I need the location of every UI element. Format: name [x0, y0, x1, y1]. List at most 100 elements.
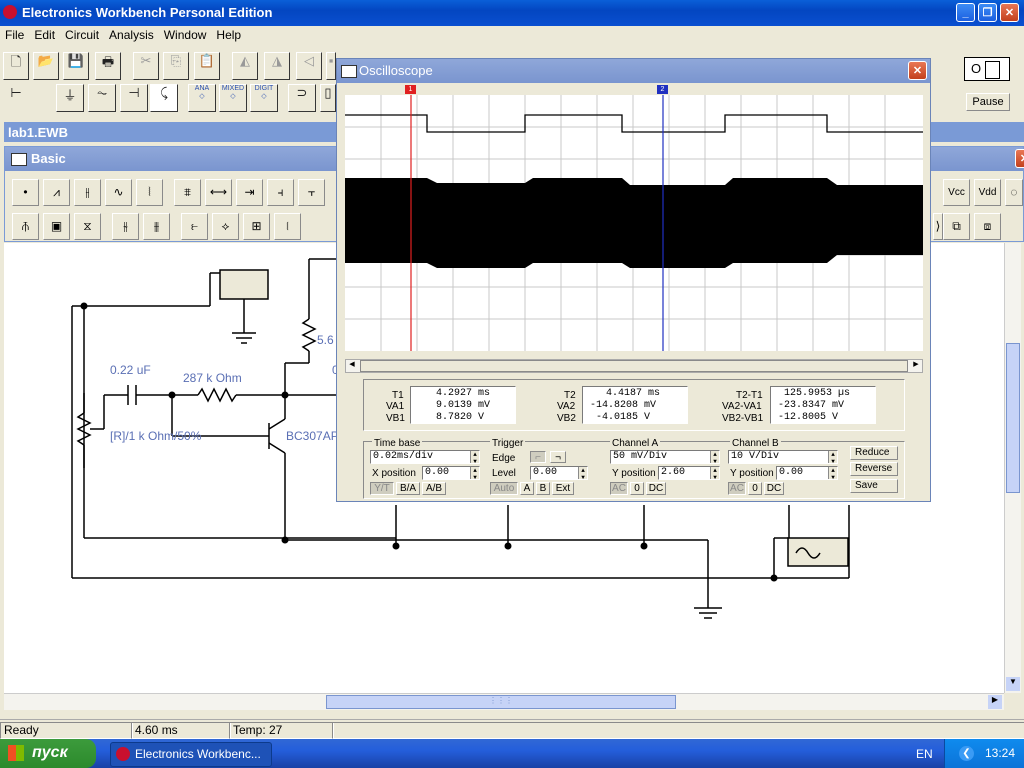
menu-circuit[interactable]: Circuit: [60, 26, 104, 44]
channel-b-ac-button[interactable]: AC: [728, 482, 746, 495]
more-bin-icon[interactable]: ▯: [320, 84, 336, 112]
capacitor-icon[interactable]: ⫲: [74, 179, 101, 206]
channel-a-dc-button[interactable]: DC: [646, 482, 666, 495]
pullup-resistor-icon[interactable]: ⫚: [12, 213, 39, 240]
analog-ics-bin-icon[interactable]: ANA ◇: [188, 84, 216, 112]
ac-source-icon[interactable]: ⧉: [943, 213, 970, 240]
timebase-spinner[interactable]: ▲ ▼: [470, 451, 479, 465]
channel-b-ypos-field[interactable]: 0.00 ▲ ▼: [776, 466, 838, 481]
minimize-button[interactable]: _: [956, 3, 975, 22]
ab-mode-button[interactable]: A/B: [422, 482, 446, 495]
timed-switch-icon[interactable]: ⇥: [236, 179, 263, 206]
variable-capacitor-icon[interactable]: ⫵: [143, 213, 170, 240]
variable-inductor-icon[interactable]: ⥼: [181, 213, 208, 240]
vertical-scrollbar[interactable]: ▼: [1004, 243, 1021, 693]
sources-bin-icon[interactable]: ⏚: [56, 84, 84, 112]
trigger-b-button[interactable]: B: [536, 482, 550, 495]
dc-source-icon[interactable]: ⟩: [933, 213, 943, 240]
scope-scroll-thumb[interactable]: [360, 360, 908, 372]
cursor-1-handle[interactable]: 1: [405, 85, 416, 94]
vdd-source-icon[interactable]: Vdd: [974, 179, 1001, 206]
cursor-2-handle[interactable]: 2: [657, 85, 668, 94]
tray-arrow-icon[interactable]: ❮: [959, 746, 974, 761]
print-icon[interactable]: 🖶: [95, 52, 121, 80]
yt-mode-button[interactable]: Y/T: [370, 482, 394, 495]
connector-icon[interactable]: •: [12, 179, 39, 206]
resistor-icon[interactable]: ⩘: [43, 179, 70, 206]
channel-b-dc-button[interactable]: DC: [764, 482, 784, 495]
xpos-field[interactable]: 0.00 ▲ ▼: [422, 466, 480, 481]
pause-button[interactable]: Pause: [966, 93, 1010, 111]
channel-b-scale-select[interactable]: 10 V/Div ▲ ▼: [728, 450, 838, 465]
inductor-icon[interactable]: ∿: [105, 179, 132, 206]
resistor-pack-icon[interactable]: ⧖: [74, 213, 101, 240]
channel-a-scale-select[interactable]: 50 mV/Div ▲ ▼: [610, 450, 720, 465]
channel-a-ypos-field[interactable]: 2.60 ▲ ▼: [658, 466, 720, 481]
channel-b-scale-spinner[interactable]: ▲ ▼: [828, 451, 837, 465]
rotate-icon[interactable]: ◭: [232, 52, 258, 80]
channel-a-ac-button[interactable]: AC: [610, 482, 628, 495]
maximize-button[interactable]: ❐: [978, 3, 997, 22]
xpos-spinner[interactable]: ▲ ▼: [470, 467, 479, 481]
digital-ics-bin-icon[interactable]: DIGIT ◇: [250, 84, 278, 112]
channel-b-zero-button[interactable]: 0: [748, 482, 762, 495]
timebase-select[interactable]: 0.02ms/div ▲ ▼: [370, 450, 480, 465]
reverse-button[interactable]: Reverse: [850, 462, 898, 476]
transformer-icon[interactable]: ⦚: [136, 179, 163, 206]
open-folder-icon[interactable]: 📂: [33, 52, 59, 80]
favorites-bin-icon[interactable]: ⊢: [3, 84, 29, 112]
trigger-a-button[interactable]: A: [520, 482, 534, 495]
horizontal-scrollbar[interactable]: ⋮⋮⋮ ▶: [4, 693, 1004, 710]
cut-icon[interactable]: ✂: [133, 52, 159, 80]
paste-icon[interactable]: 📋: [194, 52, 220, 80]
close-button[interactable]: ✕: [1000, 3, 1019, 22]
current-switch-icon[interactable]: ⫟: [298, 179, 325, 206]
copy-icon[interactable]: ⎘: [163, 52, 189, 80]
scope-scrollbar[interactable]: ◀ ▶: [345, 359, 923, 373]
clock-source-icon[interactable]: ◌: [1005, 179, 1023, 206]
channel-a-scale-spinner[interactable]: ▲ ▼: [710, 451, 719, 465]
new-file-icon[interactable]: 🗋: [3, 52, 29, 80]
scroll-down-arrow[interactable]: ▼: [1006, 677, 1020, 691]
oscilloscope-titlebar[interactable]: Oscilloscope ✕: [337, 59, 930, 83]
voltage-switch-icon[interactable]: ⫞: [267, 179, 294, 206]
scroll-thumb-horizontal[interactable]: ⋮⋮⋮: [326, 695, 676, 709]
nonlinear-transformer-icon[interactable]: ⧙: [274, 213, 301, 240]
parts-bin-close-button[interactable]: ✕: [1015, 149, 1024, 168]
channel-b-ypos-spinner[interactable]: ▲ ▼: [828, 467, 837, 481]
switch-icon[interactable]: ⟷: [205, 179, 232, 206]
level-spinner[interactable]: ▲ ▼: [578, 467, 587, 481]
menu-edit[interactable]: Edit: [29, 26, 60, 44]
oscilloscope-close-button[interactable]: ✕: [908, 61, 927, 80]
scroll-thumb-vertical[interactable]: [1006, 343, 1020, 493]
crystal-icon[interactable]: ⊞: [243, 213, 270, 240]
save-data-button[interactable]: Save: [850, 479, 898, 493]
diodes-bin-icon[interactable]: ⊣: [120, 84, 148, 112]
fm-source-icon[interactable]: ⧈: [974, 213, 1001, 240]
scope-display[interactable]: [345, 95, 923, 351]
menu-file[interactable]: File: [0, 26, 29, 44]
menu-analysis[interactable]: Analysis: [104, 26, 159, 44]
scope-scroll-left[interactable]: ◀: [346, 360, 358, 372]
mixed-ics-bin-icon[interactable]: MIXED ◇: [219, 84, 247, 112]
app-icon[interactable]: [3, 5, 17, 19]
ba-mode-button[interactable]: B/A: [396, 482, 420, 495]
language-indicator[interactable]: EN: [916, 747, 933, 761]
vcc-source-icon[interactable]: Vcc: [943, 179, 970, 206]
potentiometer-icon[interactable]: ▣: [43, 213, 70, 240]
save-icon[interactable]: 💾: [63, 52, 89, 80]
app-titlebar[interactable]: Electronics Workbench Personal Edition _…: [0, 0, 1024, 26]
variable-resistor-icon[interactable]: ⟡: [212, 213, 239, 240]
channel-a-ypos-spinner[interactable]: ▲ ▼: [710, 467, 719, 481]
reduce-button[interactable]: Reduce: [850, 446, 898, 460]
menu-window[interactable]: Window: [159, 26, 212, 44]
logic-gates-bin-icon[interactable]: ⊃: [288, 84, 316, 112]
flip-horizontal-icon[interactable]: ◮: [264, 52, 290, 80]
relay-icon[interactable]: ⩨: [174, 179, 201, 206]
power-switch[interactable]: O I: [964, 57, 1010, 81]
clock[interactable]: 13:24: [985, 746, 1015, 760]
rising-edge-button[interactable]: ⌐: [530, 451, 546, 463]
channel-a-zero-button[interactable]: 0: [630, 482, 644, 495]
scope-scroll-right[interactable]: ▶: [910, 360, 922, 372]
flip-vertical-icon[interactable]: ◁: [296, 52, 322, 80]
